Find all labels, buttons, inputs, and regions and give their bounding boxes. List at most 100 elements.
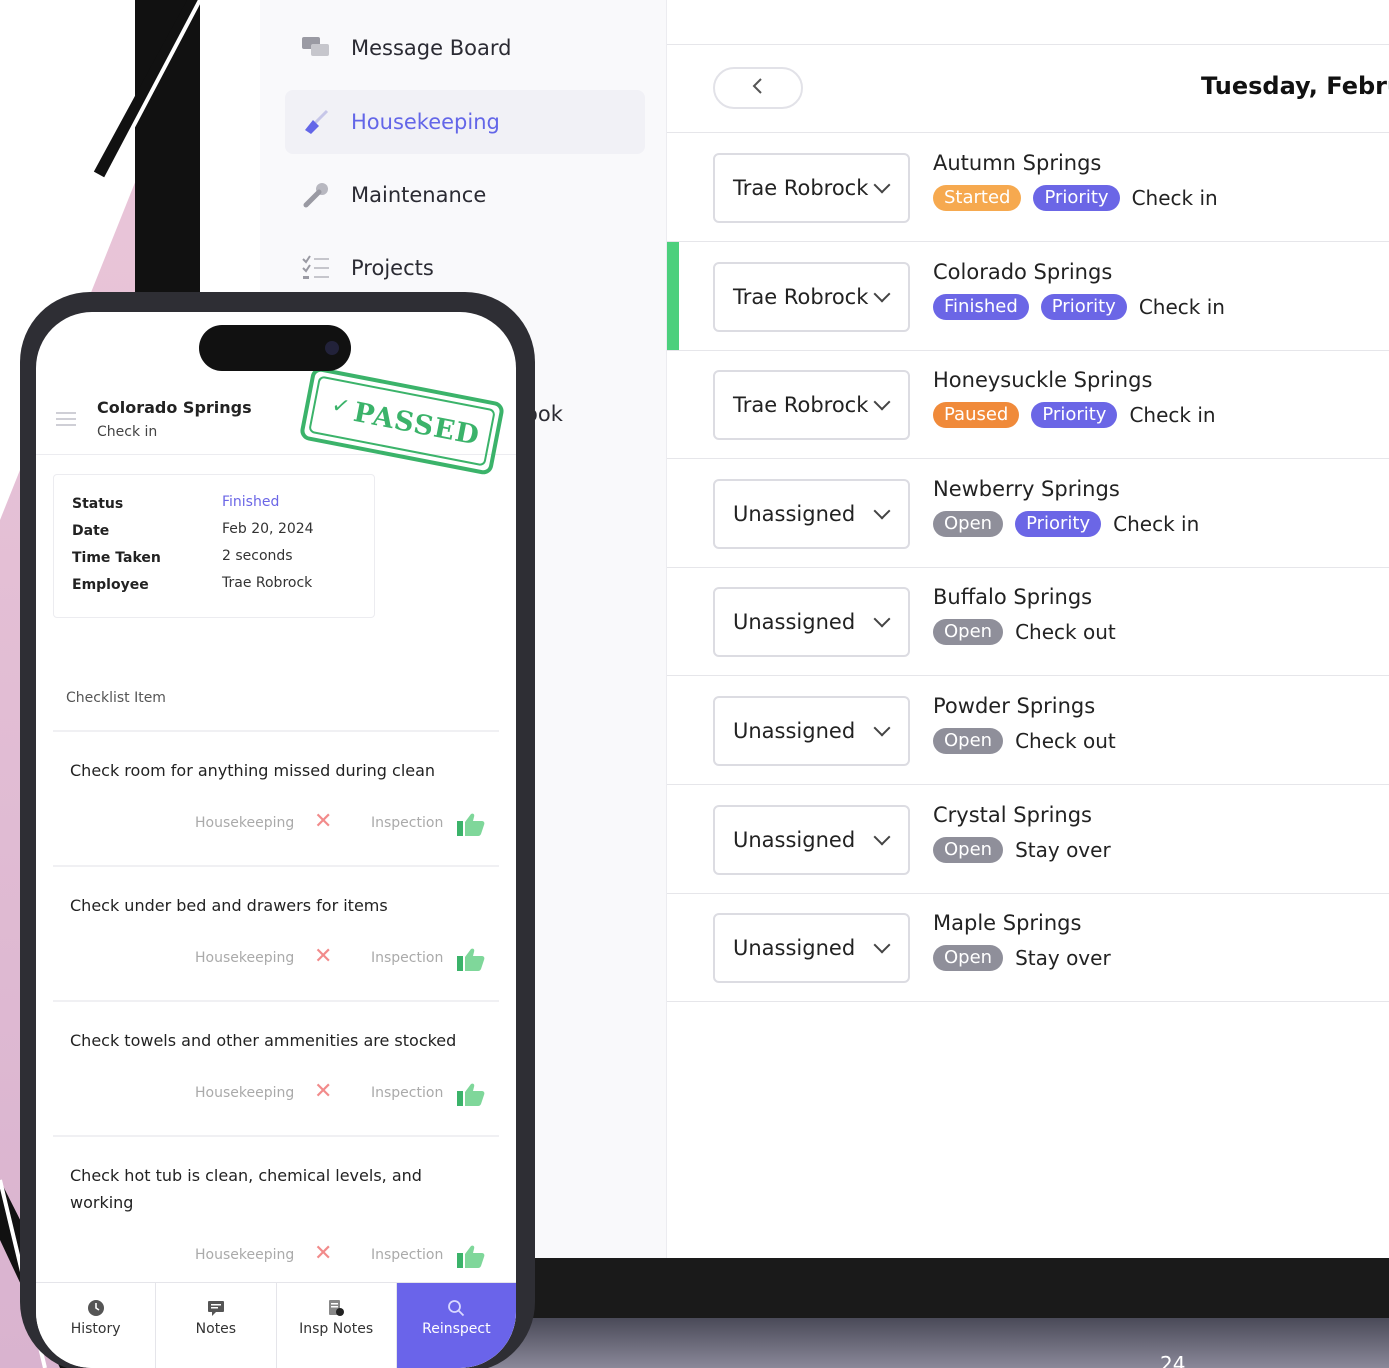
- checklist-item-status: Housekeeping ✕ Inspection: [36, 1081, 516, 1111]
- assignee-select[interactable]: Trae Robrock: [713, 370, 910, 441]
- property-name[interactable]: Newberry Springs: [933, 477, 1120, 501]
- x-mark-icon[interactable]: ✕: [314, 1243, 332, 1265]
- x-mark-icon[interactable]: ✕: [314, 1081, 332, 1103]
- notes-icon: [207, 1301, 224, 1316]
- schedule-row[interactable]: Unassigned Crystal Springs Open Stay over: [667, 785, 1389, 894]
- selected-row-indicator: [667, 241, 679, 350]
- checklist-item-text: Check room for anything missed during cl…: [70, 761, 436, 780]
- badge-group: Open Check out: [933, 728, 1116, 754]
- thumbs-up-icon[interactable]: [456, 946, 486, 972]
- menu-icon[interactable]: [56, 412, 76, 430]
- inspection-label: Inspection: [371, 1247, 444, 1263]
- tab-history[interactable]: History: [36, 1283, 157, 1368]
- status-badge: Open: [933, 836, 1004, 863]
- tab-notes[interactable]: Notes: [156, 1283, 277, 1368]
- assignee-value: Trae Robrock: [733, 284, 869, 309]
- detail-key: Employee: [72, 577, 149, 593]
- assignee-select[interactable]: Unassigned: [713, 478, 910, 549]
- checklist-item-status: Housekeeping ✕ Inspection: [36, 811, 516, 841]
- tab-reinspect[interactable]: Reinspect: [396, 1283, 516, 1368]
- schedule-row[interactable]: Unassigned Powder Springs Open Check out: [667, 676, 1389, 785]
- sidebar-item-label: Projects: [351, 256, 434, 280]
- chevron-down-icon: [873, 719, 891, 737]
- assignee-value: Unassigned: [733, 719, 856, 743]
- x-mark-icon[interactable]: ✕: [314, 946, 332, 968]
- page-number: 24: [1160, 1352, 1186, 1368]
- inspection-label: Inspection: [371, 1085, 444, 1101]
- search-icon: [448, 1300, 465, 1317]
- thumbs-up-icon[interactable]: [456, 1243, 486, 1269]
- assignee-select[interactable]: Unassigned: [713, 587, 910, 658]
- detail-value-time: 2 seconds: [222, 548, 293, 564]
- sidebar-item-label: Housekeeping: [351, 110, 500, 134]
- schedule-row[interactable]: Unassigned Buffalo Springs Open Check out: [667, 567, 1389, 677]
- inspection-details-card: Status Finished Date Feb 20, 2024 Time T…: [53, 474, 375, 618]
- thumbs-up-icon[interactable]: [456, 811, 486, 837]
- priority-badge: Priority: [1033, 185, 1120, 211]
- property-name[interactable]: Colorado Springs: [933, 260, 1112, 284]
- assignee-select[interactable]: Trae Robrock: [713, 261, 910, 332]
- assignee-select[interactable]: Unassigned: [713, 804, 910, 875]
- inspection-subtitle: Check in: [97, 424, 158, 440]
- checklist-divider: [53, 865, 499, 867]
- assignee-select[interactable]: Trae Robrock: [713, 153, 910, 223]
- x-mark-icon[interactable]: ✕: [314, 811, 332, 833]
- assignee-value: Unassigned: [733, 827, 856, 852]
- sidebar-item-maintenance[interactable]: Maintenance: [285, 163, 645, 227]
- badge-group: Paused Priority Check in: [933, 402, 1216, 429]
- checklist-item-text: Check under bed and drawers for items: [70, 896, 388, 915]
- thumbs-up-icon[interactable]: [456, 1081, 486, 1107]
- badge-group: Open Priority Check in: [933, 510, 1199, 537]
- property-name[interactable]: Maple Springs: [933, 911, 1081, 935]
- property-name[interactable]: Powder Springs: [933, 694, 1095, 718]
- property-name[interactable]: Crystal Springs: [933, 803, 1092, 827]
- tab-label: Reinspect: [422, 1321, 491, 1337]
- checklist-icon: [299, 251, 333, 285]
- property-name[interactable]: Buffalo Springs: [933, 585, 1092, 609]
- detail-key: Time Taken: [72, 550, 161, 566]
- chevron-down-icon: [873, 936, 891, 954]
- schedule-row[interactable]: Trae Robrock Autumn Springs Started Priorit…: [667, 133, 1389, 242]
- schedule-row[interactable]: Unassigned Newberry Springs Open Priority Ch…: [667, 459, 1389, 568]
- schedule-row[interactable]: Trae Robrock Colorado Springs Finished Prio…: [667, 241, 1389, 351]
- assignee-value: Trae Robrock: [733, 393, 869, 418]
- insp-notes-icon: [329, 1300, 345, 1316]
- chevron-down-icon: [873, 502, 891, 520]
- schedule-row[interactable]: Unassigned Maple Springs Open Stay over: [667, 893, 1389, 1003]
- status-badge: Started: [933, 185, 1022, 211]
- schedule-row[interactable]: Trae Robrock Honeysuckle Springs Paused Pri…: [667, 350, 1389, 460]
- status-badge: Open: [933, 619, 1004, 646]
- assignee-select[interactable]: Unassigned: [713, 913, 910, 984]
- sidebar-item-projects[interactable]: Projects: [285, 236, 645, 300]
- tab-label: Notes: [195, 1321, 237, 1337]
- booking-type: Check in: [1131, 186, 1218, 210]
- broom-icon: [299, 105, 333, 139]
- wrench-icon: [299, 178, 333, 212]
- sidebar-item-message-board[interactable]: Message Board: [285, 16, 645, 80]
- housekeeping-label: Housekeeping: [195, 1085, 295, 1101]
- assignee-value: Unassigned: [733, 501, 856, 526]
- checklist-item-status: Housekeeping ✕ Inspection: [36, 1243, 516, 1273]
- detail-value-status: Finished: [222, 494, 280, 510]
- checklist-item-status: Housekeeping ✕ Inspection: [36, 946, 516, 976]
- assignee-value: Unassigned: [733, 610, 856, 635]
- badge-group: Finished Priority Check in: [933, 293, 1225, 320]
- checklist-item-text: Check hot tub is clean, chemical levels,…: [70, 1166, 422, 1212]
- checklist-header: Checklist Item: [66, 690, 166, 706]
- sidebar-item-label: Message Board: [351, 36, 512, 60]
- chevron-down-icon: [873, 285, 891, 303]
- tab-insp-notes[interactable]: Insp Notes: [277, 1283, 397, 1368]
- detail-key: Status: [72, 496, 124, 512]
- badge-group: Open Stay over: [933, 945, 1111, 972]
- divider: [667, 44, 1389, 45]
- property-name[interactable]: Honeysuckle Springs: [933, 368, 1152, 392]
- housekeeping-label: Housekeeping: [195, 815, 295, 831]
- previous-day-button[interactable]: [713, 67, 803, 109]
- checklist-divider: [53, 1000, 499, 1002]
- phone-tab-bar: History Notes Insp Notes Reinspect: [36, 1282, 516, 1368]
- badge-group: Open Stay over: [933, 836, 1111, 863]
- property-name[interactable]: Autumn Springs: [933, 151, 1101, 175]
- sidebar-item-housekeeping[interactable]: Housekeeping: [285, 90, 645, 154]
- housekeeping-label: Housekeeping: [195, 1247, 295, 1263]
- assignee-select[interactable]: Unassigned: [713, 696, 910, 766]
